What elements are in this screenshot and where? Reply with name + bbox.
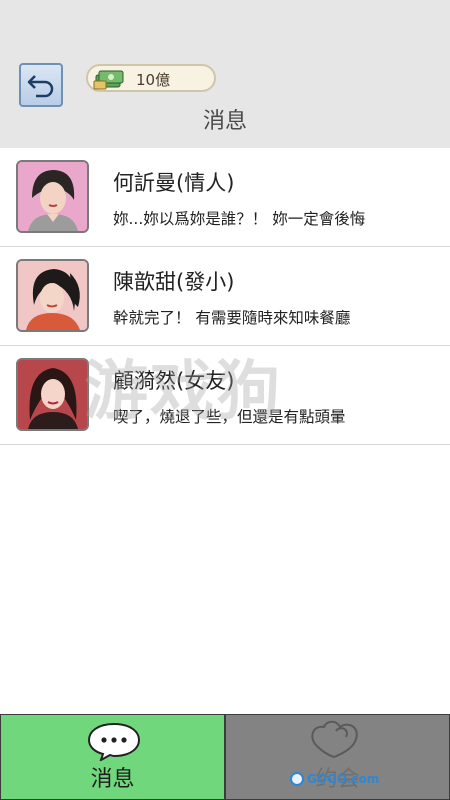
logo-text: GOGO.com bbox=[307, 772, 380, 786]
contact-row[interactable]: 陳歆甜(發小) 幹就完了！ 有需要隨時來知味餐廳 bbox=[0, 247, 450, 346]
contact-name: 顧漪然(女友) bbox=[113, 369, 235, 393]
page-title: 消息 bbox=[202, 109, 247, 134]
chat-bubble-icon bbox=[87, 722, 141, 761]
contact-avatar bbox=[16, 358, 89, 431]
contact-avatar bbox=[16, 259, 89, 332]
message-preview: 妳...妳以爲妳是誰？！ 妳一定會後悔 bbox=[113, 210, 366, 228]
contact-row[interactable]: 何訢曼(情人) 妳...妳以爲妳是誰？！ 妳一定會後悔 bbox=[0, 148, 450, 247]
header-bar: 10億 消息 bbox=[0, 0, 450, 148]
logo-ring-icon bbox=[290, 772, 304, 786]
message-preview: 喫了，燒退了些，但還是有點頭暈 bbox=[113, 408, 346, 426]
contact-row[interactable]: 顧漪然(女友) 喫了，燒退了些，但還是有點頭暈 bbox=[0, 346, 450, 445]
undo-arrow-icon bbox=[27, 75, 54, 98]
money-display: 10億 bbox=[86, 64, 216, 92]
back-button[interactable] bbox=[19, 63, 63, 107]
heart-balloon-icon bbox=[311, 720, 358, 759]
cash-stack-icon bbox=[93, 70, 124, 90]
bottom-tab-bar: 消息 约会 bbox=[0, 714, 450, 800]
contact-name: 陳歆甜(發小) bbox=[113, 270, 235, 294]
site-logo: GOGO.com bbox=[290, 770, 379, 788]
message-list: 何訢曼(情人) 妳...妳以爲妳是誰？！ 妳一定會後悔 陳歆甜(發小) 幹就完了… bbox=[0, 148, 450, 445]
contact-name: 何訢曼(情人) bbox=[113, 171, 235, 195]
money-value: 10億 bbox=[136, 71, 171, 89]
tab-messages-label: 消息 bbox=[90, 767, 135, 792]
contact-avatar bbox=[16, 160, 89, 233]
message-preview: 幹就完了！ 有需要隨時來知味餐廳 bbox=[113, 309, 351, 327]
tab-messages[interactable]: 消息 bbox=[0, 714, 225, 800]
